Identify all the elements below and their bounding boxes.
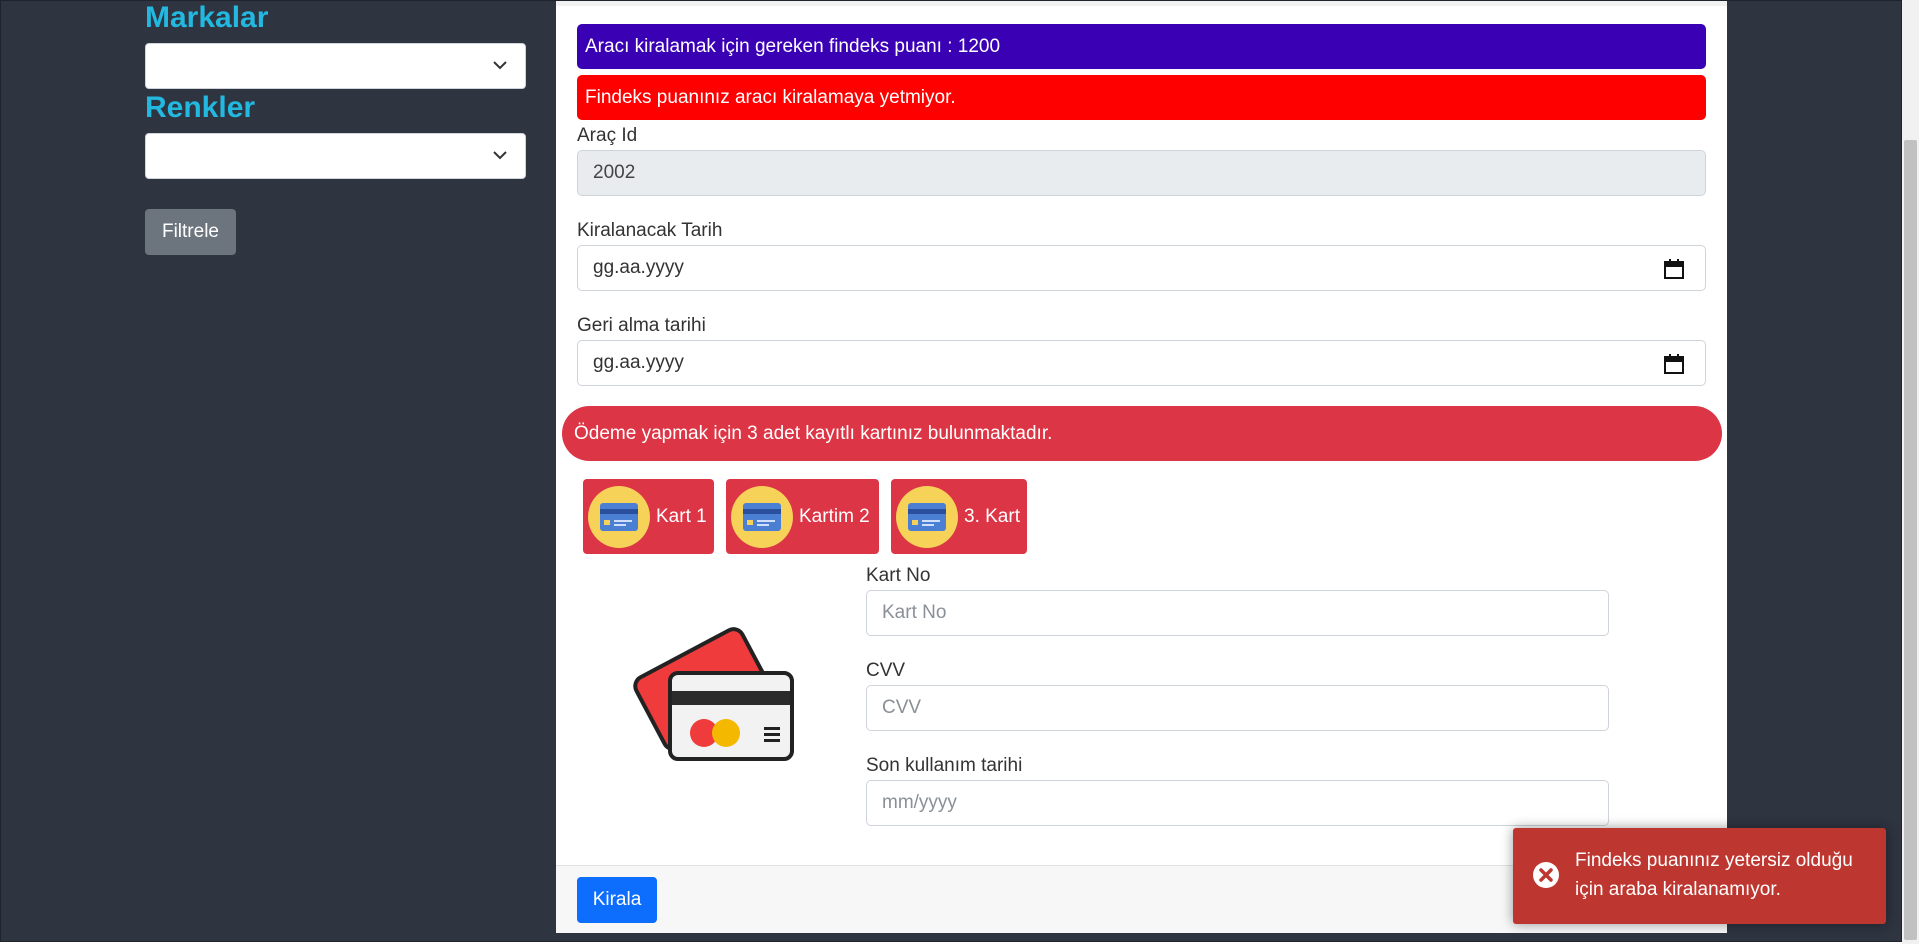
findeks-required-alert: Aracı kiralamak için gereken findeks pua…: [577, 24, 1706, 69]
toast-message: Findeks puanınız yetersiz olduğu için ar…: [1575, 850, 1853, 900]
rent-button[interactable]: Kirala: [577, 877, 657, 923]
car-id-label: Araç Id: [577, 125, 638, 146]
saved-card-button-2[interactable]: Kartim 2: [726, 479, 879, 554]
error-toast[interactable]: Findeks puanınız yetersiz olduğu için ar…: [1513, 828, 1886, 924]
findeks-insufficient-alert: Findeks puanınız aracı kiralamaya yetmiy…: [577, 75, 1706, 120]
credit-cards-illustration: [633, 627, 794, 761]
return-date-input[interactable]: gg.aa.yyyy: [577, 340, 1706, 386]
rental-form-panel: Aracı kiralamak için gereken findeks pua…: [556, 1, 1727, 933]
page-background: Markalar Renkler Filtrele Aracı kiralama…: [0, 0, 1902, 942]
card-no-label: Kart No: [866, 565, 931, 586]
return-date-label: Geri alma tarihi: [577, 315, 706, 336]
brands-select[interactable]: [145, 43, 526, 89]
saved-card-button-1[interactable]: Kart 1: [583, 479, 714, 554]
expiry-placeholder: mm/yyyy: [882, 792, 957, 813]
colors-title: Renkler: [145, 91, 256, 124]
filter-button[interactable]: Filtrele: [145, 209, 236, 255]
calendar-icon[interactable]: [1663, 258, 1685, 280]
card-no-input[interactable]: Kart No: [866, 590, 1609, 636]
brands-title: Markalar: [145, 1, 269, 34]
saved-card-button-3[interactable]: 3. Kart: [891, 479, 1027, 554]
chevron-down-icon: [493, 151, 507, 160]
rent-date-label: Kiralanacak Tarih: [577, 220, 723, 241]
return-date-value: gg.aa.yyyy: [593, 352, 684, 373]
calendar-icon[interactable]: [1663, 353, 1685, 375]
credit-card-icon: [588, 485, 650, 548]
chevron-down-icon: [493, 61, 507, 70]
car-id-input[interactable]: 2002: [577, 150, 1706, 196]
rent-date-input[interactable]: gg.aa.yyyy: [577, 245, 1706, 291]
cvv-placeholder: CVV: [882, 697, 922, 718]
error-x-icon: [1533, 862, 1559, 888]
credit-card-icon: [896, 485, 958, 548]
car-id-value: 2002: [593, 162, 636, 183]
saved-card-label: Kartim 2: [799, 505, 870, 527]
card-no-placeholder: Kart No: [882, 602, 947, 623]
expiry-input[interactable]: mm/yyyy: [866, 780, 1609, 826]
colors-select[interactable]: [145, 133, 526, 179]
saved-card-label: 3. Kart: [964, 505, 1020, 527]
saved-cards-alert: Ödeme yapmak için 3 adet kayıtlı kartını…: [562, 406, 1722, 461]
expiry-label: Son kullanım tarihi: [866, 755, 1023, 776]
credit-card-icon: [731, 485, 793, 548]
cvv-label: CVV: [866, 660, 906, 681]
scrollbar-thumb[interactable]: [1904, 140, 1917, 940]
page-scrollbar[interactable]: [1902, 0, 1919, 944]
saved-card-label: Kart 1: [656, 505, 707, 527]
panel-top-strip: [556, 1, 1727, 6]
cvv-input[interactable]: CVV: [866, 685, 1609, 731]
rent-date-value: gg.aa.yyyy: [593, 257, 684, 278]
